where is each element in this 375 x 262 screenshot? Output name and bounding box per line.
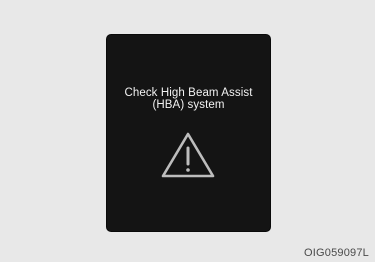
warning-message: Check High Beam Assist (HBA) system	[107, 87, 270, 111]
figure-frame: Check High Beam Assist (HBA) system OIG0…	[0, 0, 375, 262]
warning-message-line2: (HBA) system	[152, 99, 225, 111]
warning-message-line1: Check High Beam Assist	[124, 87, 253, 99]
figure-code: OIG059097L	[304, 247, 369, 259]
warning-triangle-icon	[161, 132, 215, 178]
cluster-display: Check High Beam Assist (HBA) system	[107, 35, 270, 231]
